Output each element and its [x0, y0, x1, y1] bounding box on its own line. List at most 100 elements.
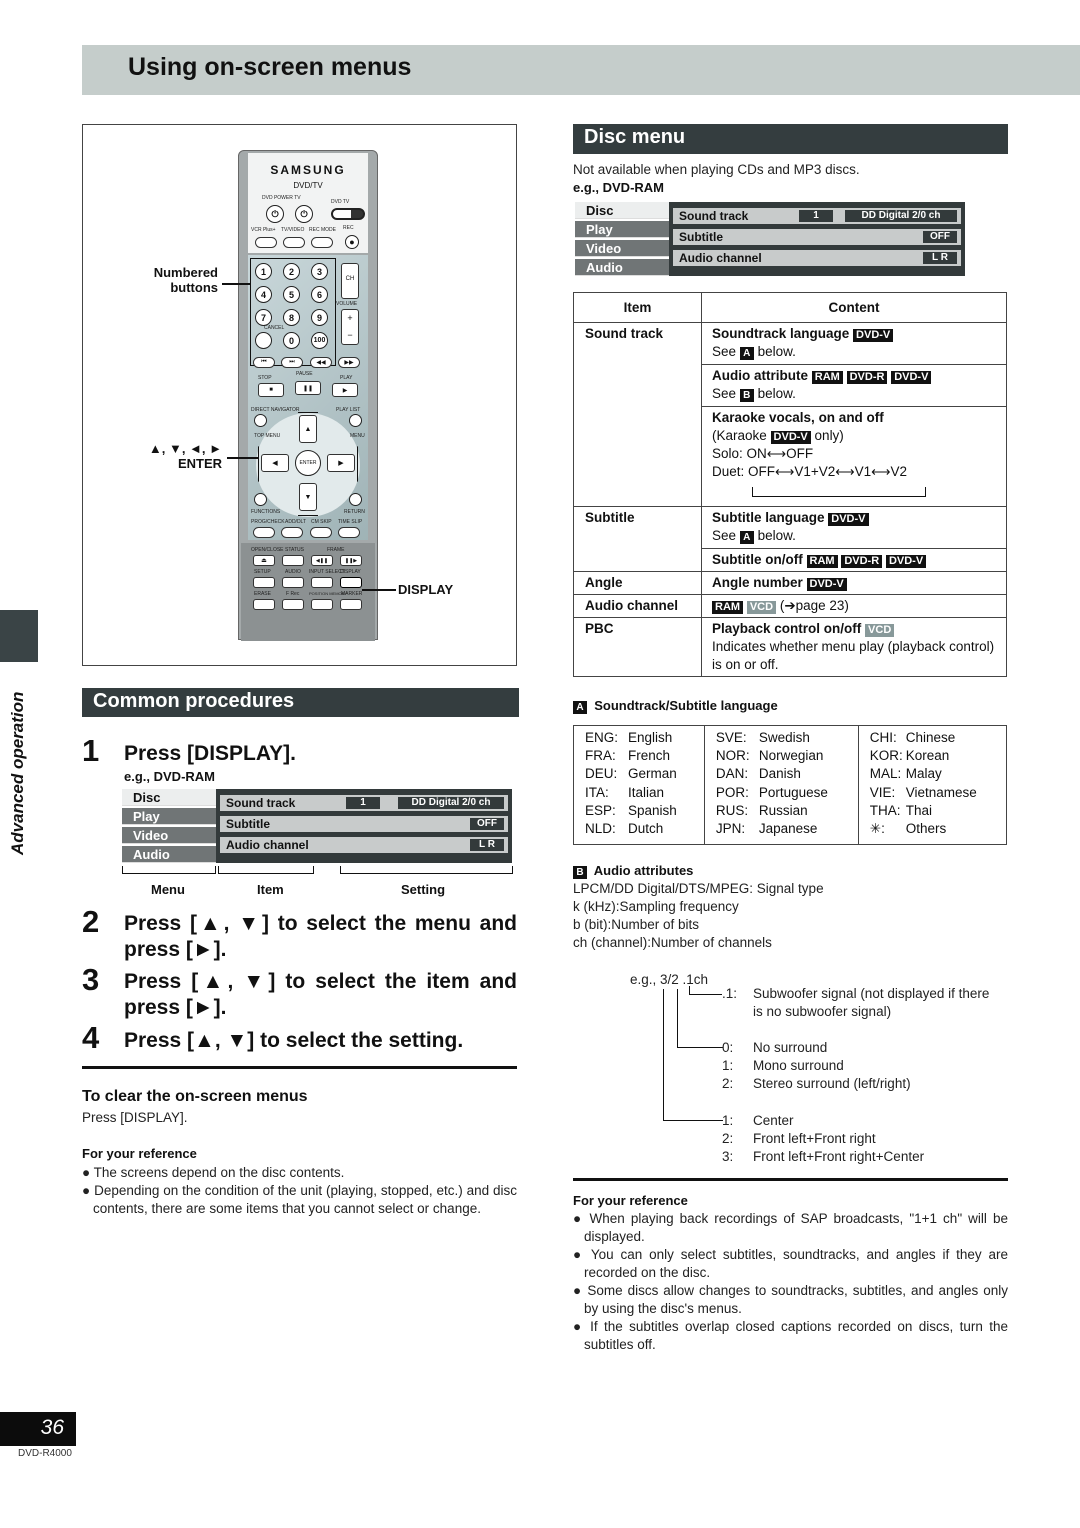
functions-label: FUNCTIONS	[251, 509, 281, 515]
osd-row-sound-track: Sound track 1 DD Digital 2/0 ch	[220, 795, 508, 811]
content-title: Subtitle language	[712, 510, 825, 525]
example-label: e.g., DVD-RAM	[573, 180, 664, 195]
volume-rocker[interactable]: + −	[341, 309, 359, 345]
audio-label: AUDIO	[285, 569, 301, 575]
page-title: Using on-screen menus	[128, 53, 412, 81]
numbered-buttons-callout: Numbered buttons	[130, 265, 218, 295]
see-text: See	[712, 344, 737, 359]
dvd-power-button[interactable]: ⏻	[266, 205, 284, 223]
f-rec-button[interactable]	[282, 599, 304, 610]
number-key-5[interactable]: 5	[283, 286, 300, 303]
fast-forward-button[interactable]: ▶▶	[338, 357, 360, 368]
rec-mode-button[interactable]	[311, 237, 333, 248]
audio-button[interactable]	[282, 577, 304, 588]
language-entry: JPN: Japanese	[716, 820, 847, 838]
number-key-4[interactable]: 4	[255, 286, 272, 303]
erase-button[interactable]	[253, 599, 275, 610]
stop-button[interactable]: ■	[258, 383, 284, 397]
channel-rocker[interactable]: CH	[341, 263, 359, 299]
rewind-button[interactable]: ◀◀	[310, 357, 332, 368]
cancel-button[interactable]	[255, 332, 272, 349]
time-slip-button[interactable]	[338, 527, 360, 538]
add-dlt-button[interactable]	[281, 527, 303, 538]
vcr-plus-button[interactable]	[255, 237, 277, 248]
table-row: Angle Angle number DVD-V	[573, 571, 1007, 595]
language-name: Vietnamese	[905, 784, 977, 800]
tv-power-button[interactable]: ⏻	[295, 205, 313, 223]
item-subtitle: Subtitle	[573, 506, 702, 572]
skip-forward-button[interactable]: ⏭	[281, 357, 303, 368]
language-entry: THA: Thai	[870, 802, 995, 820]
display-button[interactable]	[340, 577, 362, 588]
direct-navigator-label: DIRECT NAVIGATOR	[251, 407, 300, 413]
cm-skip-button[interactable]	[310, 527, 332, 538]
language-code: ESP:	[585, 802, 616, 818]
osd-menu-play: Play	[122, 808, 216, 825]
numbered-callout-line	[222, 283, 250, 285]
content-cell: Karaoke vocals, on and off (Karaoke DVD-…	[701, 406, 1007, 507]
number-key-7[interactable]: 7	[255, 309, 272, 326]
reference-heading: For your reference	[82, 1146, 197, 1161]
disc-tag: DVD-V	[853, 329, 894, 342]
divider	[573, 1178, 1008, 1181]
reference-bullet: ● Depending on the condition of the unit…	[82, 1183, 517, 1216]
language-entry: DEU: German	[585, 765, 693, 783]
language-name: French	[628, 748, 671, 764]
language-entry: ENG: English	[585, 729, 693, 747]
number-key-0[interactable]: 0	[283, 332, 300, 349]
channel-code: 0:	[722, 1040, 734, 1055]
ref-marker-a: A	[573, 701, 587, 714]
number-key-3[interactable]: 3	[311, 263, 328, 280]
dvd-tv-switch[interactable]	[331, 208, 365, 220]
position-memory-button[interactable]	[311, 599, 333, 610]
top-menu-label: TOP MENU	[254, 433, 281, 439]
number-key-6[interactable]: 6	[311, 286, 328, 303]
number-key-2[interactable]: 2	[283, 263, 300, 280]
skip-back-button[interactable]: ⏮	[253, 357, 275, 368]
language-code: MAL:	[869, 766, 902, 782]
time-slip-label: TIME SLIP	[338, 519, 363, 525]
play-list-button[interactable]	[349, 414, 362, 427]
number-key-100[interactable]: 100	[311, 332, 328, 349]
prog-check-button[interactable]	[253, 527, 275, 538]
language-name: Japanese	[758, 821, 818, 837]
ref-marker-b: B	[739, 389, 754, 402]
number-key-8[interactable]: 8	[283, 309, 300, 326]
number-key-9[interactable]: 9	[311, 309, 328, 326]
marker-button[interactable]	[340, 599, 362, 610]
page-number: 36	[0, 1412, 76, 1446]
osd-row-label: Audio channel	[679, 251, 762, 265]
frame-forward-button[interactable]: ❚❚▶	[340, 555, 362, 566]
number-key-1[interactable]: 1	[255, 263, 272, 280]
pause-button[interactable]: ❚❚	[295, 381, 321, 395]
status-button[interactable]	[282, 555, 304, 566]
language-code: NOR:	[715, 748, 750, 764]
content-title: Karaoke vocals, on and off	[712, 410, 884, 425]
channel-desc: No surround	[753, 1040, 828, 1055]
input-select-button[interactable]	[311, 577, 333, 588]
language-name: Swedish	[758, 730, 810, 745]
tv-video-button[interactable]	[283, 237, 305, 248]
open-close-button[interactable]: ⏏	[253, 555, 275, 566]
play-button[interactable]: ▶	[332, 383, 358, 397]
rec-button[interactable]: ●	[345, 235, 359, 249]
osd-menu-video: Video	[575, 240, 669, 257]
osd-row-label: Sound track	[226, 796, 296, 810]
language-name: Italian	[628, 784, 665, 800]
content-title: Soundtrack language	[712, 326, 850, 341]
language-name: German	[628, 766, 677, 782]
reference-bullet: ● Some discs allow changes to soundtrack…	[573, 1283, 1009, 1316]
functions-button[interactable]	[254, 493, 267, 506]
channel-desc: Center	[753, 1113, 794, 1128]
frame-back-button[interactable]: ◀❚❚	[311, 555, 333, 566]
channel-desc: Front left+Front right+Center	[753, 1149, 925, 1164]
below-text: below.	[757, 344, 796, 359]
reference-bullet: ● When playing back recordings of SAP br…	[573, 1211, 1008, 1244]
language-code: ENG:	[585, 730, 619, 745]
rec-mode-label: REC MODE	[309, 227, 336, 233]
setup-button[interactable]	[253, 577, 275, 588]
direct-navigator-button[interactable]	[254, 414, 267, 427]
return-button[interactable]	[349, 493, 362, 506]
page-reference-link[interactable]: (➔page 23)	[780, 598, 849, 613]
stop-label: STOP	[258, 375, 272, 381]
